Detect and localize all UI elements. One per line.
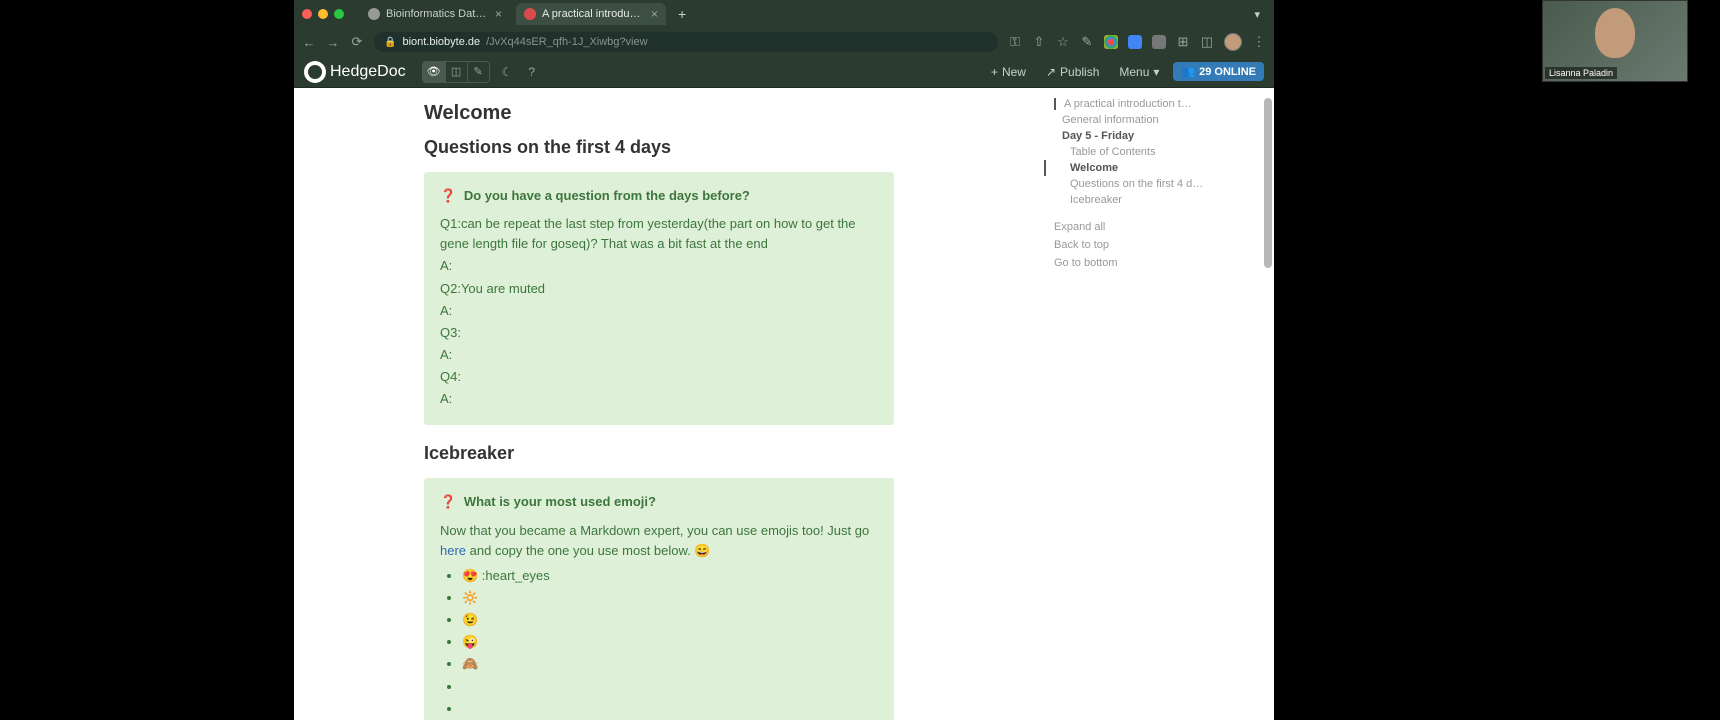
- list-item: 😜: [462, 631, 878, 653]
- brand[interactable]: HedgeDoc: [304, 61, 406, 83]
- close-tab-icon[interactable]: ×: [651, 7, 658, 21]
- url-domain: biont.biobyte.de: [402, 36, 480, 48]
- question-mark-icon: ❓: [440, 188, 456, 203]
- extension-icon[interactable]: [1128, 35, 1142, 49]
- toolbar-icons: ⚿ ⇧ ☆ ✎ ⊞ ◫ ⋮: [1008, 33, 1266, 51]
- list-item: 🔆: [462, 587, 878, 609]
- icebreaker-prompt: ❓ What is your most used emoji?: [440, 492, 878, 512]
- document: Welcome Questions on the first 4 days ❓ …: [424, 88, 1144, 720]
- participant-name: Lisanna Paladin: [1545, 67, 1617, 79]
- address-bar[interactable]: 🔒 biont.biobyte.de/JvXq44sER_qfh-1J_Xiwb…: [374, 32, 998, 52]
- url-path: /JvXq44sER_qfh-1J_Xiwbg?view: [486, 36, 647, 48]
- toc-go-to-bottom[interactable]: Go to bottom: [1054, 254, 1254, 272]
- tab-hedgedoc[interactable]: A practical introduction to bio ×: [516, 3, 666, 25]
- tab-strip: Bioinformatics Data Types and × A practi…: [294, 0, 1274, 28]
- minimize-window-icon[interactable]: [318, 9, 328, 19]
- close-tab-icon[interactable]: ×: [495, 7, 502, 21]
- dark-mode-icon[interactable]: ☾: [498, 65, 517, 79]
- toc-expand-all[interactable]: Expand all: [1054, 218, 1254, 236]
- share-icon[interactable]: ⇧: [1032, 34, 1046, 50]
- toc-back-to-top[interactable]: Back to top: [1054, 236, 1254, 254]
- questions-box: ❓ Do you have a question from the days b…: [424, 172, 894, 425]
- q4: Q4:: [440, 367, 878, 387]
- view-mode-toggle: 👁 ◫ ✎: [422, 61, 490, 83]
- view-mode-eye[interactable]: 👁: [423, 62, 445, 82]
- back-button[interactable]: ←: [302, 35, 316, 50]
- extension-icon[interactable]: [1104, 35, 1118, 49]
- hedgedoc-logo-icon: [304, 61, 326, 83]
- publish-button[interactable]: ↗Publish: [1040, 65, 1105, 79]
- extensions-puzzle-icon[interactable]: ⊞: [1176, 34, 1190, 50]
- list-item: [462, 698, 878, 720]
- a1: A:: [440, 256, 878, 276]
- toc-item[interactable]: General information: [1044, 112, 1254, 128]
- list-item: 😉: [462, 609, 878, 631]
- video-call-thumbnail[interactable]: Lisanna Paladin: [1542, 0, 1688, 82]
- tabs-dropdown-icon[interactable]: ▾: [1248, 8, 1266, 21]
- tab-favicon: [368, 8, 380, 20]
- tab-bioinformatics[interactable]: Bioinformatics Data Types and ×: [360, 3, 510, 25]
- here-link[interactable]: here: [440, 543, 466, 558]
- tab-favicon: [524, 8, 536, 20]
- participant-face: [1595, 8, 1635, 58]
- toc-item[interactable]: Welcome: [1044, 160, 1254, 176]
- online-count-badge[interactable]: 👥 29 ONLINE: [1173, 62, 1264, 81]
- close-window-icon[interactable]: [302, 9, 312, 19]
- browser-window: Bioinformatics Data Types and × A practi…: [294, 0, 1274, 720]
- bookmark-icon[interactable]: ☆: [1056, 34, 1070, 50]
- brand-name: HedgeDoc: [330, 63, 406, 81]
- q1: Q1:can be repeat the last step from yest…: [440, 214, 878, 254]
- icebreaker-box: ❓ What is your most used emoji? Now that…: [424, 478, 894, 720]
- lock-icon: 🔒: [384, 37, 396, 48]
- toc-item[interactable]: Day 5 - Friday: [1044, 128, 1254, 144]
- url-bar: ← → ⟳ 🔒 biont.biobyte.de/JvXq44sER_qfh-1…: [294, 28, 1274, 56]
- emoji-list: 😍 :heart_eyes 🔆 😉 😜 🙈: [440, 565, 878, 720]
- new-tab-button[interactable]: +: [672, 6, 692, 22]
- help-icon[interactable]: ?: [524, 65, 539, 79]
- heading-welcome: Welcome: [424, 102, 1144, 125]
- menu-kebab-icon[interactable]: ⋮: [1252, 34, 1266, 50]
- tab-title: Bioinformatics Data Types and: [386, 8, 489, 20]
- app-header: HedgeDoc 👁 ◫ ✎ ☾ ? +New ↗Publish Menu▾ 👥…: [294, 56, 1274, 88]
- list-item: 😍 :heart_eyes: [462, 565, 878, 587]
- scrollbar-thumb[interactable]: [1264, 98, 1272, 268]
- q2: Q2:You are muted: [440, 279, 878, 299]
- a2: A:: [440, 301, 878, 321]
- questions-prompt: ❓ Do you have a question from the days b…: [440, 186, 878, 206]
- table-of-contents: A practical introduction t… General info…: [1054, 98, 1274, 272]
- toc-item[interactable]: Table of Contents: [1044, 144, 1254, 160]
- q3: Q3:: [440, 323, 878, 343]
- window-controls: [302, 9, 344, 19]
- sidepanel-icon[interactable]: ◫: [1200, 34, 1214, 50]
- toc-item[interactable]: Questions on the first 4 d…: [1044, 176, 1254, 192]
- new-button[interactable]: +New: [985, 65, 1032, 79]
- menu-dropdown[interactable]: Menu▾: [1113, 65, 1165, 79]
- online-count: 29 ONLINE: [1199, 66, 1256, 78]
- question-mark-icon: ❓: [440, 494, 456, 509]
- tab-title: A practical introduction to bio: [542, 8, 645, 20]
- heading-questions: Questions on the first 4 days: [424, 137, 1144, 158]
- maximize-window-icon[interactable]: [334, 9, 344, 19]
- icebreaker-intro: Now that you became a Markdown expert, y…: [440, 521, 878, 561]
- a4: A:: [440, 389, 878, 409]
- extension-icon[interactable]: [1152, 35, 1166, 49]
- pen-icon[interactable]: ✎: [1080, 34, 1094, 50]
- forward-button[interactable]: →: [326, 35, 340, 50]
- heading-icebreaker: Icebreaker: [424, 443, 1144, 464]
- users-icon: 👥: [1181, 65, 1195, 78]
- key-icon[interactable]: ⚿: [1008, 34, 1022, 50]
- a3: A:: [440, 345, 878, 365]
- list-item: 🙈: [462, 653, 878, 675]
- profile-avatar[interactable]: [1224, 33, 1242, 51]
- view-mode-split[interactable]: ◫: [445, 62, 467, 82]
- toc-root[interactable]: A practical introduction t…: [1054, 98, 1254, 110]
- view-mode-edit[interactable]: ✎: [467, 62, 489, 82]
- toc-item[interactable]: Icebreaker: [1044, 192, 1254, 208]
- document-viewport: Welcome Questions on the first 4 days ❓ …: [294, 88, 1274, 720]
- reload-button[interactable]: ⟳: [350, 34, 364, 50]
- list-item: [462, 676, 878, 698]
